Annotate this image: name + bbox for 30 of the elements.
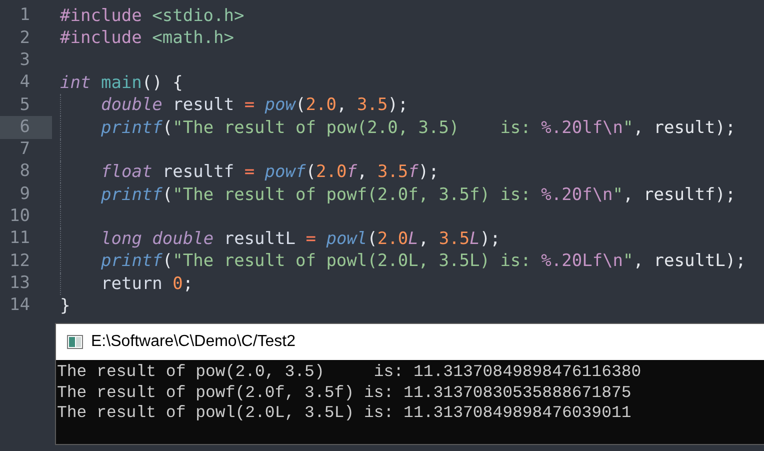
code-line: return 0; bbox=[101, 272, 194, 295]
line-number: 6 bbox=[0, 116, 52, 139]
code-line: float resultf = powf(2.0f, 3.5f); bbox=[101, 161, 439, 184]
code-line: #include <math.h> bbox=[60, 27, 234, 50]
line-number: 9 bbox=[18, 183, 31, 206]
line-number: 4 bbox=[18, 72, 31, 94]
line-number: 5 bbox=[18, 94, 31, 116]
code-line: double result = pow(2.0, 3.5); bbox=[101, 94, 408, 116]
line-number: 12 bbox=[8, 250, 31, 273]
console-icon bbox=[67, 335, 83, 349]
code-line: printf("The result of powf(2.0f, 3.5f) is: %.20f\n", resultf); bbox=[101, 184, 736, 206]
window-title: E:\Software\C\Demo\C/Test2 bbox=[91, 332, 296, 352]
code-line: printf("The result of pow(2.0, 3.5) is: %.20lf\n", result); bbox=[101, 116, 736, 139]
line-number: 13 bbox=[8, 272, 31, 295]
code-line: long double resultL = powl(2.0L, 3.5L); bbox=[101, 228, 500, 250]
code-line: } bbox=[60, 295, 70, 317]
line-number: 14 bbox=[8, 294, 31, 318]
console-output-line: The result of powl(2.0L, 3.5L) is: 11.31370849898476039011 bbox=[57, 403, 632, 424]
line-number: 7 bbox=[18, 138, 31, 162]
code-line: int main() { bbox=[60, 72, 183, 94]
line-number: 8 bbox=[18, 161, 31, 184]
console-output-line: The result of pow(2.0, 3.5) is: 11.31370849898476116380 bbox=[57, 362, 642, 382]
line-number: 2 bbox=[18, 27, 31, 50]
line-number: 3 bbox=[18, 50, 31, 72]
line-number: 1 bbox=[18, 5, 31, 28]
line-number: 10 bbox=[8, 206, 31, 228]
code-line: printf("The result of powl(2.0L, 3.5L) is: %.20Lf\n", resultL); bbox=[101, 250, 746, 272]
console-output-line: The result of powf(2.0f, 3.5f) is: 11.31370830535888671875 bbox=[57, 382, 632, 403]
code-line: #include <stdio.h> bbox=[60, 5, 244, 28]
line-number: 11 bbox=[8, 228, 31, 250]
